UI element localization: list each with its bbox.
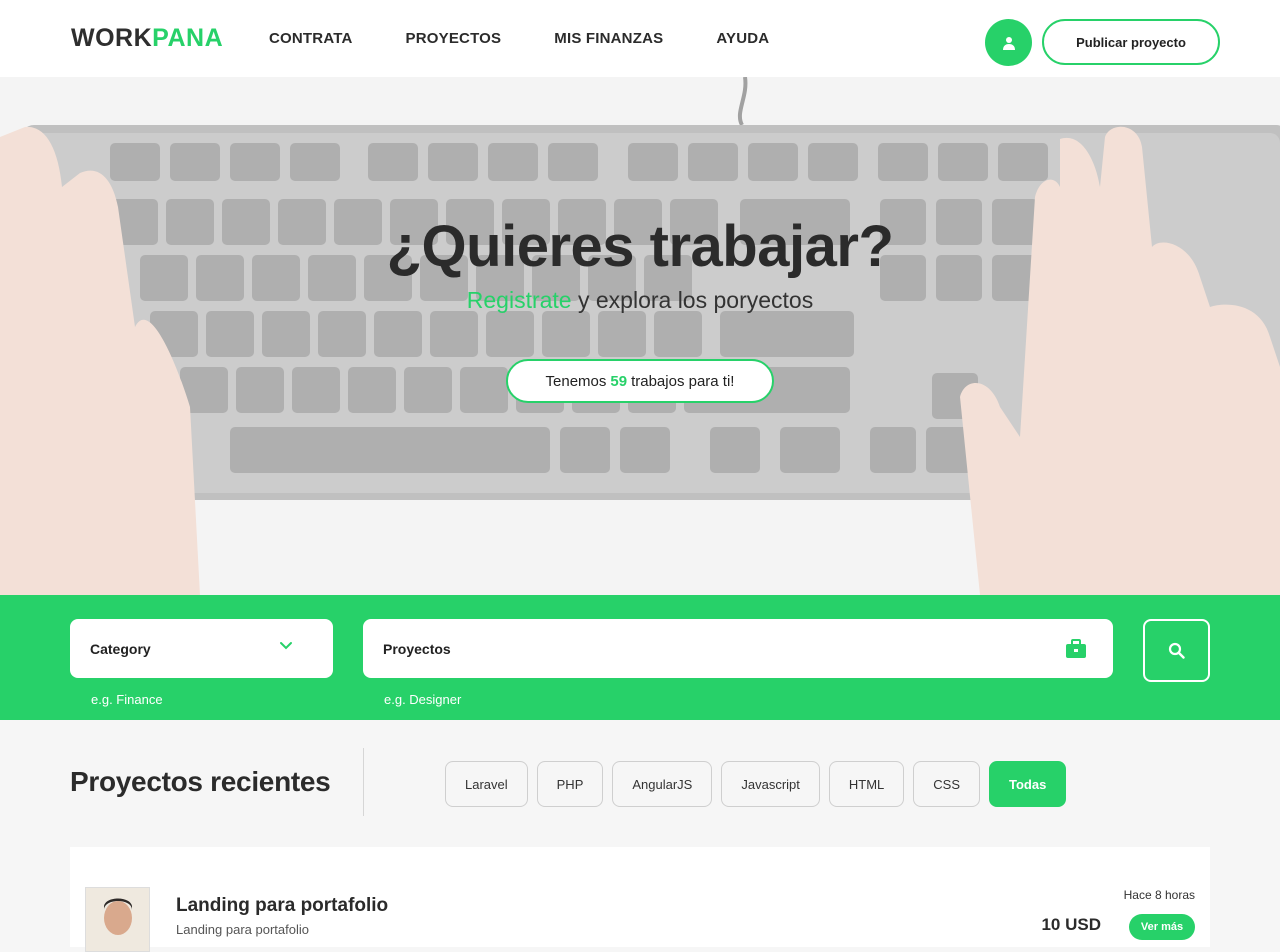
project-card[interactable]: Landing para portafolio Landing para por… xyxy=(70,847,1210,952)
hero-subtitle: Registrate y explora los poryectos xyxy=(0,287,1280,314)
filter-javascript[interactable]: Javascript xyxy=(721,761,820,807)
main-nav: CONTRATA PROYECTOS MIS FINANZAS AYUDA xyxy=(269,30,822,47)
project-time: Hace 8 horas xyxy=(1123,888,1195,902)
filter-laravel[interactable]: Laravel xyxy=(445,761,528,807)
top-navbar: WORKPANA CONTRATA PROYECTOS MIS FINANZAS… xyxy=(0,0,1280,77)
project-title[interactable]: Landing para portafolio xyxy=(176,895,388,917)
nav-contrata[interactable]: CONTRATA xyxy=(269,30,353,47)
recent-projects-title: Proyectos recientes xyxy=(70,766,331,797)
category-select[interactable]: Category xyxy=(70,619,333,678)
logo[interactable]: WORKPANA xyxy=(71,24,223,53)
jobs-count-pill[interactable]: Tenemos 59 trabajos para ti! xyxy=(506,359,774,403)
user-account-button[interactable] xyxy=(985,19,1032,66)
person-photo xyxy=(86,888,149,951)
search-button[interactable] xyxy=(1143,619,1210,682)
logo-part-pana: PANA xyxy=(152,24,224,52)
hero-overlay xyxy=(0,77,1280,595)
projects-search-input[interactable]: Proyectos xyxy=(363,619,1113,678)
register-link[interactable]: Registrate xyxy=(467,287,572,313)
filter-angularjs[interactable]: AngularJS xyxy=(612,761,713,807)
search-bar: Category Proyectos e.g. Finance e.g. Des… xyxy=(0,595,1280,720)
jobs-prefix: Tenemos xyxy=(545,372,607,390)
filter-php[interactable]: PHP xyxy=(536,761,604,807)
view-more-button[interactable]: Ver más xyxy=(1129,914,1195,940)
filter-html[interactable]: HTML xyxy=(828,761,905,807)
publish-project-button[interactable]: Publicar proyecto xyxy=(1042,19,1220,65)
project-price: 10 USD xyxy=(1041,915,1101,934)
hero-subtitle-rest: y explora los poryectos xyxy=(571,287,814,313)
nav-proyectos[interactable]: PROYECTOS xyxy=(406,30,502,47)
projects-hint: e.g. Designer xyxy=(384,692,462,707)
jobs-count: 59 xyxy=(610,372,628,390)
hero-banner: ¿Quieres trabajar? Registrate y explora … xyxy=(0,77,1280,595)
briefcase-icon xyxy=(1066,639,1086,658)
filter-css[interactable]: CSS xyxy=(913,761,981,807)
avatar xyxy=(85,887,150,952)
nav-mis-finanzas[interactable]: MIS FINANZAS xyxy=(554,30,663,47)
logo-part-work: WORK xyxy=(71,24,153,52)
category-select-label: Category xyxy=(90,640,151,657)
hero-title: ¿Quieres trabajar? xyxy=(386,214,894,279)
chevron-down-icon xyxy=(280,642,292,650)
jobs-suffix: trabajos para ti! xyxy=(631,372,735,390)
section-divider xyxy=(363,748,364,816)
category-hint: e.g. Finance xyxy=(91,692,163,707)
project-subtitle: Landing para portafolio xyxy=(176,922,309,937)
filter-todas[interactable]: Todas xyxy=(989,761,1067,807)
user-icon xyxy=(1002,36,1015,50)
projects-input-label: Proyectos xyxy=(383,640,451,657)
search-icon xyxy=(1168,642,1185,659)
nav-ayuda[interactable]: AYUDA xyxy=(716,30,769,47)
tech-filters: Laravel PHP AngularJS Javascript HTML CS… xyxy=(445,761,1075,807)
